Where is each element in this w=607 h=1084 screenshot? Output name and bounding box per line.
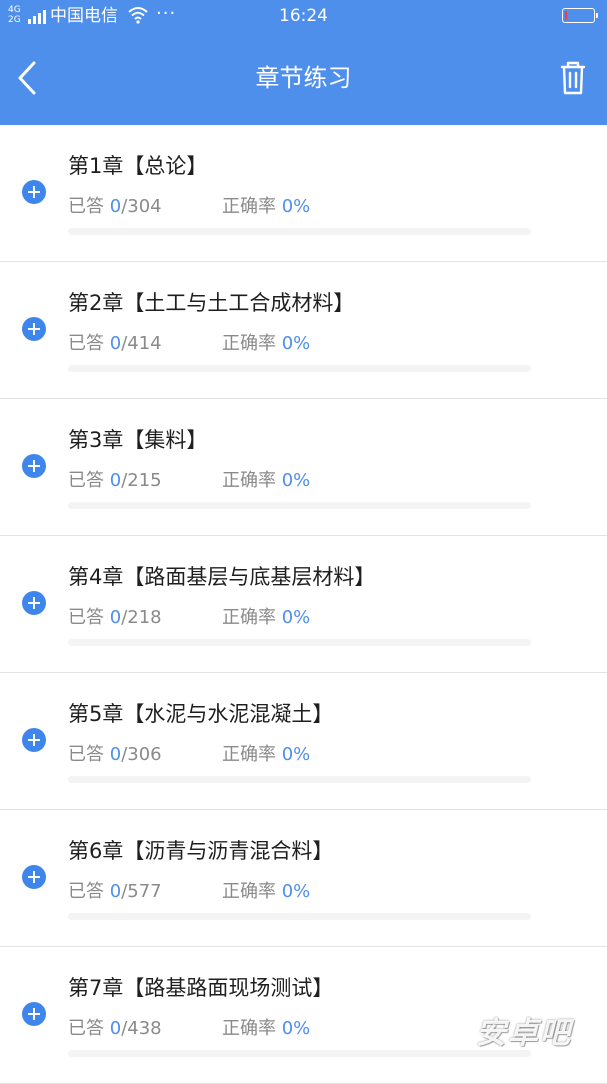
chapter-item[interactable]: 第2章【土工与土工合成材料】 已答 0/414 正确率 0% — [0, 262, 607, 399]
expand-plus-icon[interactable] — [22, 317, 46, 341]
progress-bar — [68, 776, 531, 783]
progress-bar — [68, 639, 531, 646]
navigation-bar: 章节练习 — [0, 34, 607, 125]
accuracy-rate: 正确率 0% — [222, 606, 310, 630]
accuracy-rate: 正确率 0% — [222, 880, 310, 904]
chapter-list: 第1章【总论】 已答 0/304 正确率 0% 第2章【土工与土工合成材料】 已答 0/… — [0, 125, 607, 1084]
answered-value: 0 — [109, 196, 122, 217]
progress-bar — [68, 365, 531, 372]
battery-level — [565, 11, 567, 20]
answered-label: 已答 — [68, 470, 104, 491]
accuracy-rate: 正确率 0% — [222, 1017, 310, 1041]
answered-value: 0 — [109, 333, 122, 354]
answered-count: 已答 0/577 — [68, 880, 162, 904]
answered-count: 已答 0/304 — [68, 195, 162, 219]
accuracy-label: 正确率 — [222, 1018, 276, 1039]
answered-value: 0 — [109, 1018, 122, 1039]
progress-bar — [68, 913, 531, 920]
trash-icon — [560, 61, 586, 95]
chapter-item[interactable]: 第3章【集料】 已答 0/215 正确率 0% — [0, 399, 607, 536]
question-total: /215 — [121, 470, 162, 491]
accuracy-value: 0% — [281, 881, 311, 902]
accuracy-label: 正确率 — [222, 881, 276, 902]
answered-label: 已答 — [68, 744, 104, 765]
answered-value: 0 — [109, 607, 122, 628]
accuracy-label: 正确率 — [222, 607, 276, 628]
chapter-title: 第5章【水泥与水泥混凝土】 — [68, 702, 334, 726]
expand-plus-icon[interactable] — [22, 454, 46, 478]
chapter-title: 第2章【土工与土工合成材料】 — [68, 291, 355, 315]
accuracy-label: 正确率 — [222, 196, 276, 217]
progress-bar — [68, 502, 531, 509]
answered-count: 已答 0/218 — [68, 606, 162, 630]
page-title: 章节练习 — [255, 64, 352, 92]
answered-value: 0 — [109, 881, 122, 902]
chapter-item[interactable]: 第5章【水泥与水泥混凝土】 已答 0/306 正确率 0% — [0, 673, 607, 810]
accuracy-label: 正确率 — [222, 470, 276, 491]
answered-count: 已答 0/215 — [68, 469, 162, 493]
chapter-item[interactable]: 第4章【路面基层与底基层材料】 已答 0/218 正确率 0% — [0, 536, 607, 673]
chapter-item[interactable]: 第6章【沥青与沥青混合料】 已答 0/577 正确率 0% — [0, 810, 607, 947]
status-bar: 4G 2G 中国电信 ··· 16:24 — [0, 0, 607, 34]
accuracy-rate: 正确率 0% — [222, 743, 310, 767]
accuracy-rate: 正确率 0% — [222, 469, 310, 493]
question-total: /304 — [121, 196, 162, 217]
chapter-title: 第7章【路基路面现场测试】 — [68, 976, 334, 1000]
accuracy-rate: 正确率 0% — [222, 195, 310, 219]
expand-plus-icon[interactable] — [22, 591, 46, 615]
answered-count: 已答 0/438 — [68, 1017, 162, 1041]
question-total: /577 — [121, 881, 162, 902]
status-time: 16:24 — [279, 6, 328, 26]
accuracy-value: 0% — [281, 333, 311, 354]
progress-bar — [68, 228, 531, 235]
expand-plus-icon[interactable] — [22, 728, 46, 752]
answered-label: 已答 — [68, 1018, 104, 1039]
accuracy-value: 0% — [281, 196, 311, 217]
watermark-logo: 安卓吧 — [476, 1016, 572, 1051]
chapter-title: 第6章【沥青与沥青混合料】 — [68, 839, 334, 863]
answered-label: 已答 — [68, 333, 104, 354]
answered-label: 已答 — [68, 607, 104, 628]
expand-plus-icon[interactable] — [22, 1002, 46, 1026]
progress-bar — [68, 1050, 531, 1057]
battery-icon — [562, 8, 598, 23]
accuracy-label: 正确率 — [222, 744, 276, 765]
accuracy-rate: 正确率 0% — [222, 332, 310, 356]
answered-value: 0 — [109, 470, 122, 491]
delete-button[interactable] — [556, 59, 590, 97]
chapter-item[interactable]: 第1章【总论】 已答 0/304 正确率 0% — [0, 125, 607, 262]
accuracy-value: 0% — [281, 1018, 311, 1039]
chapter-title: 第1章【总论】 — [68, 154, 208, 178]
answered-count: 已答 0/414 — [68, 332, 162, 356]
accuracy-value: 0% — [281, 607, 311, 628]
expand-plus-icon[interactable] — [22, 180, 46, 204]
expand-plus-icon[interactable] — [22, 865, 46, 889]
chapter-title: 第4章【路面基层与底基层材料】 — [68, 565, 376, 589]
accuracy-label: 正确率 — [222, 333, 276, 354]
chapter-title: 第3章【集料】 — [68, 428, 208, 452]
answered-label: 已答 — [68, 196, 104, 217]
answered-label: 已答 — [68, 881, 104, 902]
question-total: /306 — [121, 744, 162, 765]
accuracy-value: 0% — [281, 744, 311, 765]
answered-count: 已答 0/306 — [68, 743, 162, 767]
accuracy-value: 0% — [281, 470, 311, 491]
question-total: /414 — [121, 333, 162, 354]
question-total: /438 — [121, 1018, 162, 1039]
answered-value: 0 — [109, 744, 122, 765]
question-total: /218 — [121, 607, 162, 628]
